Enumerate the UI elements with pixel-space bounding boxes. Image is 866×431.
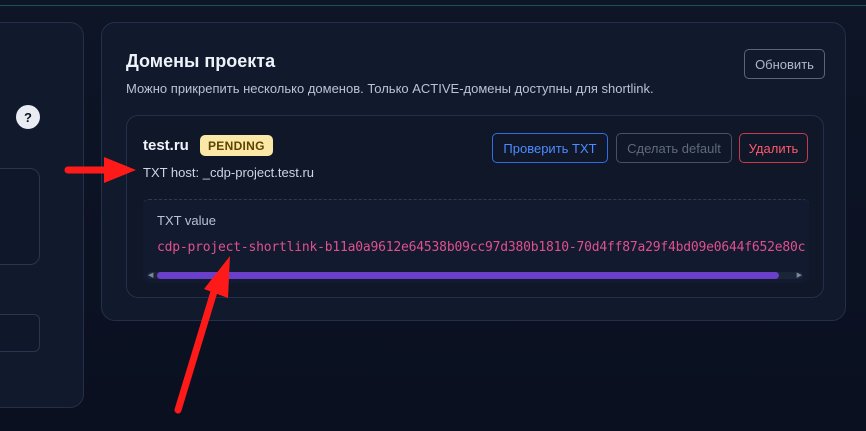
page: т ? Домены проекта Можно прикрепить неск… — [0, 0, 866, 431]
left-panel-input[interactable] — [0, 314, 40, 352]
scroll-left-icon[interactable]: ◀ — [148, 272, 153, 279]
top-strip — [0, 0, 866, 6]
horizontal-scrollbar[interactable]: ◀ ▶ — [147, 272, 803, 279]
card-subtitle: Можно прикрепить несколько доменов. Толь… — [126, 81, 654, 96]
txt-value-box: TXT value cdp-project-shortlink-b11a0a96… — [143, 199, 809, 283]
status-badge: PENDING — [200, 135, 273, 156]
txt-value[interactable]: cdp-project-shortlink-b11a0a9612e64538b0… — [157, 240, 805, 255]
help-icon[interactable]: ? — [16, 105, 40, 129]
left-panel-box — [0, 168, 40, 265]
txt-value-label: TXT value — [157, 213, 217, 228]
check-txt-button[interactable]: Проверить TXT — [492, 133, 608, 163]
delete-button[interactable]: Удалить — [739, 133, 808, 163]
project-domains-card: Домены проекта Можно прикрепить нескольк… — [101, 22, 846, 321]
txt-host: TXT host: _cdp-project.test.ru — [143, 165, 314, 180]
refresh-button[interactable]: Обновить — [744, 49, 825, 79]
make-default-button[interactable]: Сделать default — [616, 133, 732, 163]
left-panel: т ? — [0, 22, 84, 408]
domain-name: test.ru — [143, 137, 189, 154]
scrollbar-thumb[interactable] — [157, 272, 779, 279]
scroll-right-icon[interactable]: ▶ — [797, 272, 802, 279]
domain-card: test.ru PENDING TXT host: _cdp-project.t… — [126, 115, 824, 298]
page-title: Домены проекта — [126, 51, 276, 71]
